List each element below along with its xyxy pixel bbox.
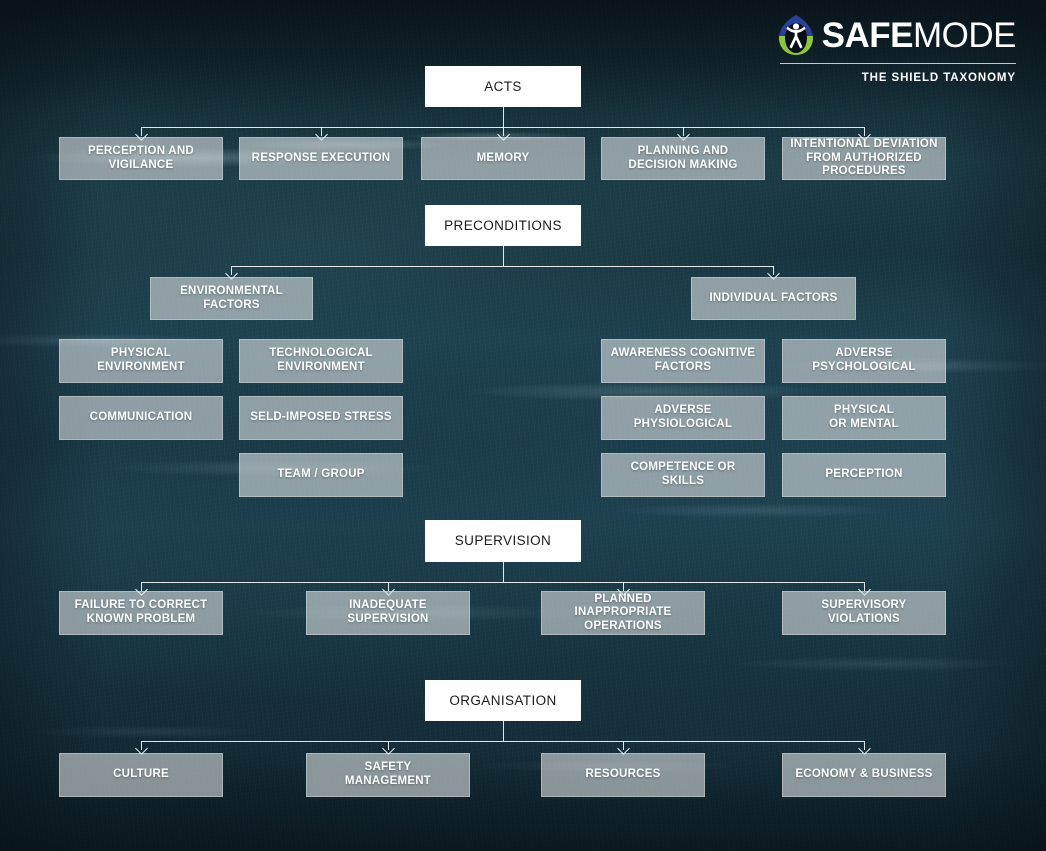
node-memory[interactable]: MEMORY [421,137,585,180]
node-adverse-psychological[interactable]: ADVERSE PSYCHOLOGICAL [782,339,946,383]
node-acts-label: ACTS [484,78,522,94]
node-communication-label: COMMUNICATION [89,411,193,424]
node-economy-and-business-label: ECONOMY & BUSINESS [795,768,933,781]
node-seld-imposed-stress[interactable]: SELD-IMPOSED STRESS [239,396,403,440]
node-competence-or-skills-label: COMPETENCE OR SKILLS [630,461,736,487]
node-perception-label: PERCEPTION [825,468,903,481]
logo-divider [780,63,1016,64]
logo-tagline: THE SHIELD TAXONOMY [861,72,1016,84]
logo-word-mode: MODE [913,15,1017,55]
safemode-wordmark: SAFEMODE [821,15,1017,55]
node-economy-and-business[interactable]: ECONOMY & BUSINESS [782,753,946,797]
node-response-execution[interactable]: RESPONSE EXECUTION [239,137,403,180]
connector-preconditions-trunk [503,246,504,266]
node-intentional-deviation-label: INTENTIONAL DEVIATION FROM AUTHORIZED PROC… [790,138,938,178]
taxonomy-diagram-canvas: SAFEMODE THE SHIELD TAXONOMY ACTS PERCEP… [0,0,1046,851]
node-inadequate-supervision[interactable]: INADEQUATE SUPERVISION [306,591,470,635]
node-perception-and-vigilance-label: PERCEPTION AND VIGILANCE [88,144,194,171]
node-physical-or-mental-label: PHYSICAL OR MENTAL [829,404,899,430]
node-acts[interactable]: ACTS [425,66,581,107]
node-environmental-factors-label: ENVIRONMENTAL FACTORS [180,284,283,311]
node-failure-to-correct-known-problem[interactable]: FAILURE TO CORRECT KNOWN PROBLEM [59,591,223,635]
node-perception[interactable]: PERCEPTION [782,453,946,497]
connector-supervision-bus [141,582,865,583]
node-physical-environment[interactable]: PHYSICAL ENVIRONMENT [59,339,223,383]
node-perception-and-vigilance[interactable]: PERCEPTION AND VIGILANCE [59,137,223,180]
connector-acts-trunk [503,107,504,127]
connector-supervision-trunk [503,562,504,582]
node-memory-label: MEMORY [476,151,530,164]
node-team-group-label: TEAM / GROUP [277,468,365,481]
node-team-group[interactable]: TEAM / GROUP [239,453,403,497]
node-safety-management[interactable]: SAFETY MANAGEMENT [306,753,470,797]
node-culture-label: CULTURE [113,768,169,781]
node-culture[interactable]: CULTURE [59,753,223,797]
node-adverse-psychological-label: ADVERSE PSYCHOLOGICAL [812,347,916,373]
node-technological-environment-label: TECHNOLOGICAL ENVIRONMENT [269,347,373,373]
node-failure-to-correct-known-problem-label: FAILURE TO CORRECT KNOWN PROBLEM [74,599,208,625]
node-organisation-label: ORGANISATION [449,692,557,708]
node-inadequate-supervision-label: INADEQUATE SUPERVISION [347,599,429,625]
node-individual-factors-label: INDIVIDUAL FACTORS [709,291,838,304]
node-planned-inappropriate-operations[interactable]: PLANNED INAPPROPRIATE OPERATIONS [541,591,705,635]
connector-organisation-trunk [503,721,504,741]
node-individual-factors[interactable]: INDIVIDUAL FACTORS [691,277,856,320]
node-supervision[interactable]: SUPERVISION [425,520,581,562]
node-response-execution-label: RESPONSE EXECUTION [251,151,391,164]
node-supervision-label: SUPERVISION [454,533,552,549]
node-intentional-deviation[interactable]: INTENTIONAL DEVIATION FROM AUTHORIZED PROC… [782,137,946,180]
connector-organisation-bus [141,741,865,742]
node-adverse-physiological-label: ADVERSE PHYSIOLOGICAL [633,404,733,430]
node-resources-label: RESOURCES [585,768,661,781]
node-awareness-cognitive-factors[interactable]: AWARENESS COGNITIVE FACTORS [601,339,765,383]
node-supervisory-violations-label: SUPERVISORY VIOLATIONS [821,599,907,625]
node-technological-environment[interactable]: TECHNOLOGICAL ENVIRONMENT [239,339,403,383]
node-competence-or-skills[interactable]: COMPETENCE OR SKILLS [601,453,765,497]
node-preconditions[interactable]: PRECONDITIONS [425,205,581,246]
node-planning-and-decision-making[interactable]: PLANNING AND DECISION MAKING [601,137,765,180]
node-planning-and-decision-making-label: PLANNING AND DECISION MAKING [628,144,738,171]
safemode-logo: SAFEMODE THE SHIELD TAXONOMY [778,14,1017,84]
node-seld-imposed-stress-label: SELD-IMPOSED STRESS [250,411,392,424]
node-physical-or-mental[interactable]: PHYSICAL OR MENTAL [782,396,946,440]
safemode-leaf-figure-icon [778,15,813,55]
node-communication[interactable]: COMMUNICATION [59,396,223,440]
node-planned-inappropriate-operations-label: PLANNED INAPPROPRIATE OPERATIONS [574,592,672,632]
connector-preconditions-bus [231,266,774,267]
node-adverse-physiological[interactable]: ADVERSE PHYSIOLOGICAL [601,396,765,440]
node-preconditions-label: PRECONDITIONS [444,217,562,233]
node-awareness-cognitive-factors-label: AWARENESS COGNITIVE FACTORS [610,347,756,373]
node-physical-environment-label: PHYSICAL ENVIRONMENT [97,347,185,373]
node-organisation[interactable]: ORGANISATION [425,680,581,721]
node-supervisory-violations[interactable]: SUPERVISORY VIOLATIONS [782,591,946,635]
logo-word-safe: SAFE [821,15,914,55]
node-resources[interactable]: RESOURCES [541,753,705,797]
node-environmental-factors[interactable]: ENVIRONMENTAL FACTORS [150,277,313,320]
node-safety-management-label: SAFETY MANAGEMENT [344,761,432,787]
